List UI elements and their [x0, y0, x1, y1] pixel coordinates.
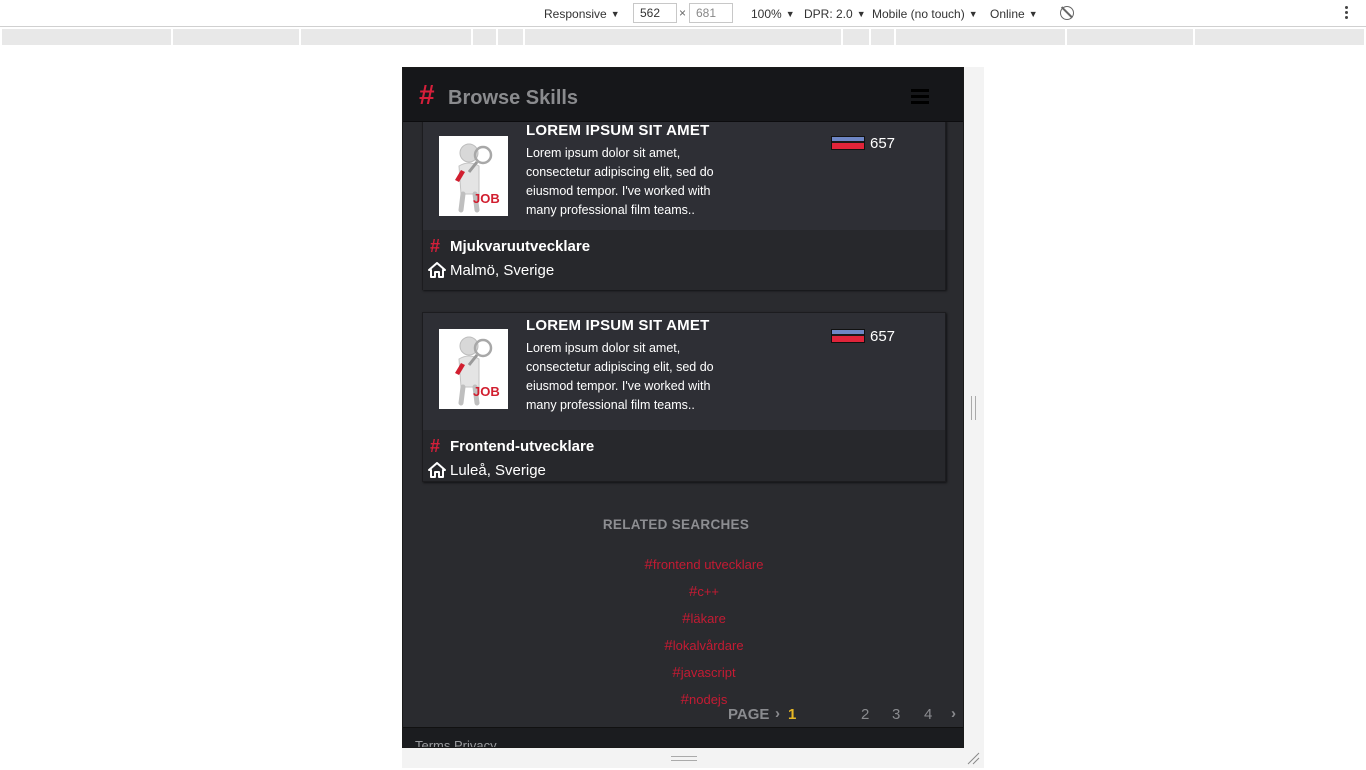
- page-link[interactable]: 4: [924, 706, 932, 723]
- related-searches-list: #frontend utvecklare #c++ #läkare #lokal…: [604, 555, 804, 717]
- media-query-segment[interactable]: [1195, 29, 1364, 45]
- viewport-height-input[interactable]: 681: [689, 3, 733, 23]
- media-query-segment[interactable]: [1067, 29, 1195, 45]
- rotate-icon[interactable]: [1060, 6, 1074, 20]
- device-mode-label: Responsive: [544, 7, 607, 21]
- job-title[interactable]: LOREM IPSUM SIT AMET: [526, 122, 709, 140]
- job-count: 657: [870, 135, 896, 152]
- chevron-down-icon: ▼: [1028, 9, 1038, 19]
- flag-icon: [831, 329, 865, 343]
- related-search-link[interactable]: #javascript: [604, 663, 804, 690]
- zoom-select[interactable]: 100% ▼: [751, 6, 795, 22]
- hamburger-menu-icon[interactable]: [911, 89, 929, 105]
- chevron-down-icon: ▼: [968, 9, 978, 19]
- dpr-select[interactable]: DPR: 2.0 ▼: [804, 6, 866, 22]
- job-thumbnail: JOB: [439, 329, 508, 409]
- hash-icon: #: [672, 664, 681, 681]
- job-card[interactable]: JOB LOREM IPSUM SIT AMET Lorem ipsum dol…: [422, 312, 946, 482]
- job-skill[interactable]: Frontend-utvecklare: [450, 438, 594, 456]
- devtools-device-toolbar: Responsive ▼ 562 × 681 100% ▼ DPR: 2.0 ▼ Mo…: [0, 0, 1366, 27]
- resize-handle-bottom[interactable]: [671, 756, 697, 761]
- flag-icon: [831, 136, 865, 150]
- hash-icon: #: [664, 637, 673, 654]
- more-options-icon[interactable]: [1344, 6, 1350, 22]
- resize-handle-right[interactable]: [971, 396, 976, 420]
- content-area: JOB LOREM IPSUM SIT AMET Lorem ipsum dol…: [403, 122, 963, 747]
- job-location: Luleå, Sverige: [450, 462, 546, 479]
- job-count: 657: [870, 328, 896, 345]
- chevron-down-icon: ▼: [785, 9, 795, 19]
- chevron-right-icon: ›: [775, 705, 780, 722]
- media-query-segment[interactable]: [525, 29, 843, 45]
- related-search-link[interactable]: #frontend utvecklare: [604, 555, 804, 582]
- job-skill[interactable]: Mjukvaruutvecklare: [450, 238, 590, 256]
- job-description: Lorem ipsum dolor sit amet, consectetur …: [526, 341, 714, 412]
- job-thumb-text: JOB: [473, 384, 500, 399]
- hash-icon: #: [430, 436, 441, 456]
- device-viewport: # Browse Skills JOB LOREM IPSUM SIT AMET…: [402, 67, 964, 748]
- chevron-down-icon: ▼: [610, 9, 620, 19]
- job-description: Lorem ipsum dolor sit amet, consectetur …: [526, 146, 714, 217]
- media-query-segment[interactable]: [896, 29, 1067, 45]
- related-search-label: lokalvårdare: [672, 638, 744, 653]
- brand-hash-icon: #: [419, 79, 435, 110]
- page-footer: Terms Privacy: [403, 727, 963, 747]
- media-query-bar: [2, 29, 1364, 45]
- pagination: PAGE › 1 2 3 4 ›: [403, 704, 963, 726]
- job-title[interactable]: LOREM IPSUM SIT AMET: [526, 317, 709, 335]
- related-search-label: frontend utvecklare: [652, 557, 764, 572]
- related-search-label: c++: [697, 584, 720, 599]
- home-icon: [428, 262, 446, 278]
- resize-corner-icon[interactable]: [966, 751, 980, 765]
- device-mode-select[interactable]: Responsive ▼: [544, 6, 620, 22]
- device-type-label: Mobile (no touch): [872, 7, 965, 21]
- home-icon: [428, 462, 446, 478]
- viewport-width-input[interactable]: 562: [633, 3, 677, 23]
- related-search-label: läkare: [690, 611, 726, 626]
- hash-icon: #: [644, 556, 653, 573]
- related-search-label: javascript: [680, 665, 736, 680]
- media-query-segment[interactable]: [173, 29, 301, 45]
- media-query-segment[interactable]: [473, 29, 498, 45]
- dimension-separator: ×: [679, 6, 687, 20]
- job-card-footer: # Mjukvaruutvecklare Malmö, Sverige: [423, 230, 945, 290]
- chevron-down-icon: ▼: [856, 9, 866, 19]
- page-current[interactable]: 1: [788, 706, 796, 723]
- device-type-select[interactable]: Mobile (no touch) ▼: [872, 6, 978, 22]
- page-title[interactable]: Browse Skills: [448, 87, 578, 109]
- related-search-link[interactable]: #läkare: [604, 609, 804, 636]
- app-header: # Browse Skills: [403, 68, 963, 122]
- zoom-label: 100%: [751, 7, 782, 21]
- network-label: Online: [990, 7, 1025, 21]
- media-query-segment[interactable]: [498, 29, 525, 45]
- page-link[interactable]: 3: [892, 706, 900, 723]
- media-query-segment[interactable]: [2, 29, 173, 45]
- media-query-segment[interactable]: [301, 29, 473, 45]
- next-page-chevron-icon[interactable]: ›: [951, 705, 956, 722]
- job-thumbnail: JOB: [439, 136, 508, 216]
- page-link[interactable]: 2: [861, 706, 869, 723]
- related-searches-title: RELATED SEARCHES: [602, 517, 750, 532]
- network-throttle-select[interactable]: Online ▼: [990, 6, 1038, 22]
- pagination-label: PAGE: [728, 706, 770, 723]
- related-search-link[interactable]: #lokalvårdare: [604, 636, 804, 663]
- footer-links[interactable]: Terms Privacy: [415, 738, 497, 747]
- job-thumb-text: JOB: [473, 191, 500, 206]
- media-query-segment[interactable]: [871, 29, 896, 45]
- hash-icon: #: [430, 236, 441, 256]
- job-card[interactable]: JOB LOREM IPSUM SIT AMET Lorem ipsum dol…: [422, 122, 946, 290]
- dpr-label: DPR: 2.0: [804, 7, 853, 21]
- job-location: Malmö, Sverige: [450, 262, 555, 279]
- media-query-segment[interactable]: [843, 29, 871, 45]
- job-card-footer: # Frontend-utvecklare Luleå, Sverige: [423, 430, 945, 481]
- related-search-link[interactable]: #c++: [604, 582, 804, 609]
